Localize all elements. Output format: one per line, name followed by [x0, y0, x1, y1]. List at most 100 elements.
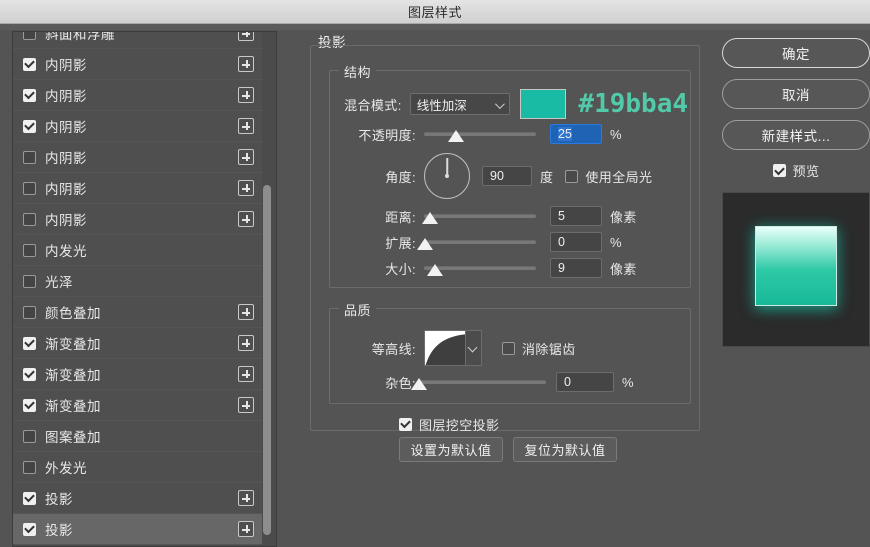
- effect-row[interactable]: 内阴影: [13, 173, 262, 204]
- spread-input[interactable]: 0: [550, 232, 602, 252]
- effect-row[interactable]: 内阴影: [13, 204, 262, 235]
- slider-knob[interactable]: [422, 212, 438, 224]
- add-effect-icon[interactable]: [238, 490, 254, 506]
- effect-row[interactable]: 光泽: [13, 266, 262, 297]
- opacity-slider[interactable]: [424, 124, 536, 144]
- effect-enabled-checkbox[interactable]: [23, 491, 36, 505]
- distance-input[interactable]: 5: [550, 206, 602, 226]
- effect-row[interactable]: 内阴影: [13, 80, 262, 111]
- contour-dropdown-button[interactable]: [466, 330, 482, 366]
- structure-legend: 结构: [339, 62, 377, 81]
- effect-enabled-checkbox[interactable]: [23, 367, 36, 381]
- effect-enabled-checkbox[interactable]: [23, 429, 36, 443]
- slider-knob[interactable]: [417, 238, 433, 250]
- cancel-button[interactable]: 取消: [722, 79, 870, 109]
- add-effect-icon[interactable]: [238, 397, 254, 413]
- size-slider[interactable]: [424, 258, 536, 278]
- scrollbar-thumb[interactable]: [263, 185, 271, 535]
- effect-enabled-checkbox[interactable]: [23, 32, 36, 40]
- angle-input[interactable]: 90: [482, 166, 532, 186]
- distance-value: 5: [558, 209, 565, 223]
- add-effect-icon[interactable]: [238, 149, 254, 165]
- effect-row[interactable]: 内阴影: [13, 111, 262, 142]
- default-buttons-row: 设置为默认值 复位为默认值: [399, 436, 689, 462]
- use-global-light-checkbox[interactable]: [565, 169, 579, 183]
- effect-row[interactable]: 颜色叠加: [13, 297, 262, 328]
- contour-label: 等高线:: [371, 341, 416, 357]
- blend-mode-label: 混合模式:: [344, 97, 402, 113]
- effect-enabled-checkbox[interactable]: [23, 243, 36, 257]
- effect-enabled-checkbox[interactable]: [23, 88, 36, 102]
- effect-enabled-checkbox[interactable]: [23, 460, 36, 474]
- spread-unit: %: [610, 234, 622, 250]
- add-effect-icon[interactable]: [238, 56, 254, 72]
- effects-list-scrollbar[interactable]: [262, 32, 274, 546]
- effects-list[interactable]: 斜面和浮雕 内阴影 内阴影 内阴影 内阴影 内阴影 内阴影 内发光 光泽 颜色叠加 渐变叠加 渐变叠加…: [13, 32, 262, 545]
- effect-row[interactable]: 内发光: [13, 235, 262, 266]
- distance-slider[interactable]: [422, 206, 536, 226]
- slider-knob[interactable]: [448, 130, 464, 142]
- effect-enabled-checkbox[interactable]: [23, 305, 36, 319]
- shadow-color-swatch[interactable]: [520, 89, 567, 119]
- effect-enabled-checkbox[interactable]: [23, 398, 36, 412]
- add-effect-icon[interactable]: [238, 32, 254, 41]
- slider-knob[interactable]: [427, 264, 443, 276]
- effect-label: 外发光: [45, 461, 87, 476]
- effect-enabled-checkbox[interactable]: [23, 150, 36, 164]
- title-bar[interactable]: 图层样式: [0, 0, 870, 24]
- add-effect-icon[interactable]: [238, 211, 254, 227]
- color-hex-annotation: #19bba4: [578, 89, 688, 119]
- add-effect-icon[interactable]: [238, 118, 254, 134]
- angle-unit: 度: [540, 169, 554, 185]
- effect-row[interactable]: 图案叠加: [13, 421, 262, 452]
- effect-row[interactable]: 投影: [13, 514, 262, 545]
- spread-slider[interactable]: [417, 232, 536, 252]
- effect-label: 内阴影: [45, 58, 87, 73]
- size-input[interactable]: 9: [550, 258, 602, 278]
- add-effect-icon[interactable]: [238, 87, 254, 103]
- add-effect-icon[interactable]: [238, 521, 254, 537]
- angle-row: 角度: 90 度 使用全局光: [338, 151, 688, 201]
- opacity-unit: %: [610, 126, 622, 142]
- add-effect-icon[interactable]: [238, 304, 254, 320]
- spread-label: 扩展:: [385, 235, 416, 251]
- reset-default-button[interactable]: 复位为默认值: [513, 436, 617, 462]
- contour-preview[interactable]: [424, 330, 466, 366]
- angle-dial[interactable]: [424, 153, 470, 199]
- ok-button[interactable]: 确定: [722, 38, 870, 68]
- effect-row[interactable]: 投影: [13, 483, 262, 514]
- add-effect-icon[interactable]: [238, 180, 254, 196]
- effect-row[interactable]: 渐变叠加: [13, 390, 262, 421]
- slider-knob[interactable]: [411, 378, 427, 390]
- effect-row[interactable]: 内阴影: [13, 49, 262, 80]
- opacity-input[interactable]: 25: [550, 124, 602, 144]
- effect-enabled-checkbox[interactable]: [23, 181, 36, 195]
- blend-mode-select[interactable]: 线性加深: [409, 93, 511, 115]
- add-effect-icon[interactable]: [238, 366, 254, 382]
- effect-enabled-checkbox[interactable]: [23, 522, 36, 536]
- make-default-button[interactable]: 设置为默认值: [399, 436, 503, 462]
- dialog-title: 图层样式: [407, 5, 462, 20]
- effect-enabled-checkbox[interactable]: [23, 274, 36, 288]
- preview-label: 预览: [792, 164, 820, 179]
- effect-enabled-checkbox[interactable]: [23, 336, 36, 350]
- effect-row[interactable]: 渐变叠加: [13, 359, 262, 390]
- new-style-button[interactable]: 新建样式...: [722, 120, 870, 150]
- add-effect-icon[interactable]: [238, 335, 254, 351]
- effect-row[interactable]: 外发光: [13, 452, 262, 483]
- effect-row[interactable]: 渐变叠加: [13, 328, 262, 359]
- knockout-row: 图层挖空投影: [399, 413, 689, 435]
- effect-row[interactable]: 斜面和浮雕: [13, 32, 262, 49]
- effect-enabled-checkbox[interactable]: [23, 57, 36, 71]
- size-value: 9: [558, 261, 565, 275]
- preview-checkbox[interactable]: [772, 164, 786, 177]
- effect-label: 投影: [45, 523, 73, 538]
- effect-enabled-checkbox[interactable]: [23, 119, 36, 133]
- antialias-checkbox[interactable]: [502, 341, 515, 355]
- effect-row[interactable]: 内阴影: [13, 142, 262, 173]
- effect-enabled-checkbox[interactable]: [23, 212, 36, 226]
- noise-slider[interactable]: [411, 372, 546, 392]
- knockout-checkbox[interactable]: [399, 417, 412, 431]
- noise-input[interactable]: 0: [556, 372, 614, 392]
- effects-list-panel: 斜面和浮雕 内阴影 内阴影 内阴影 内阴影 内阴影 内阴影 内发光 光泽 颜色叠加 渐变叠加 渐变叠加…: [12, 31, 277, 547]
